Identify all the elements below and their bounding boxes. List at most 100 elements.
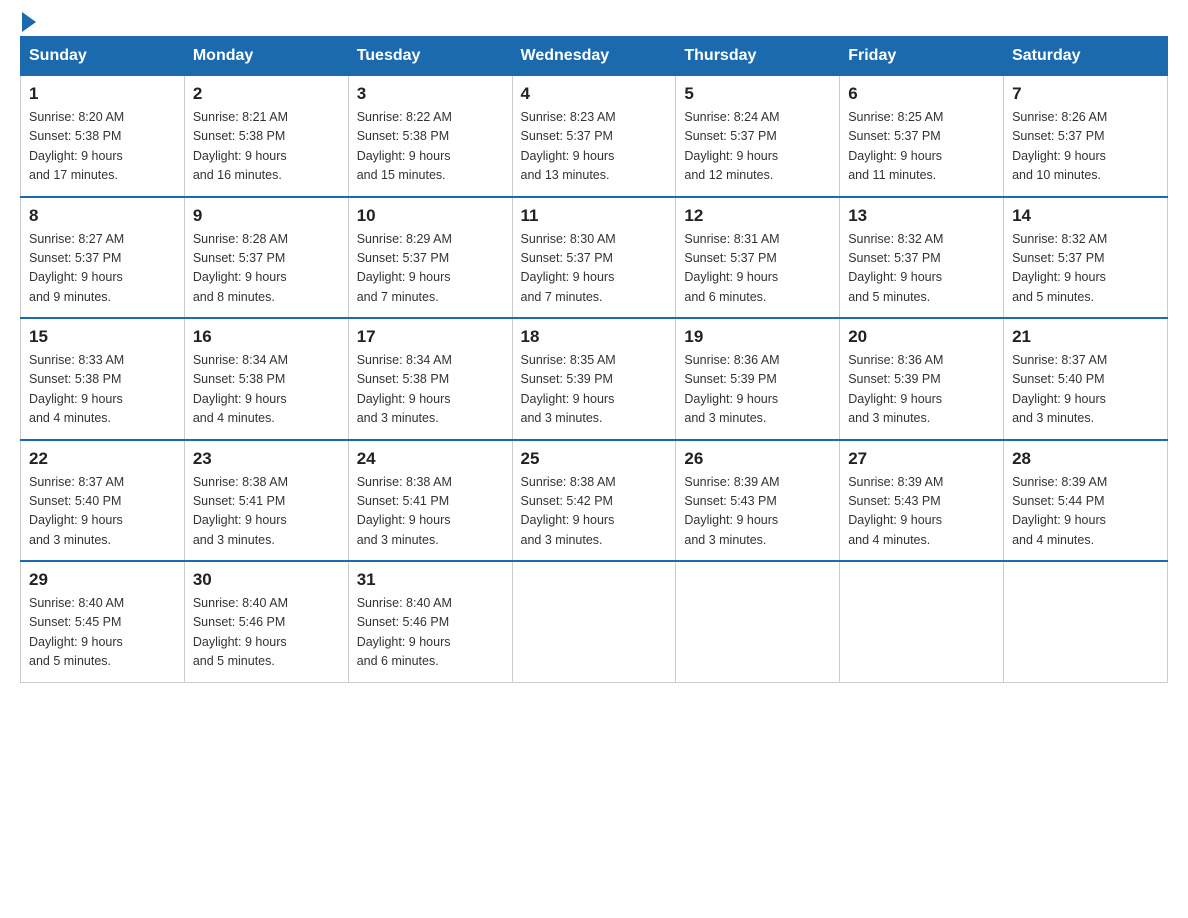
day-number: 25 <box>521 449 668 469</box>
day-info: Sunrise: 8:40 AMSunset: 5:46 PMDaylight:… <box>357 594 504 672</box>
day-number: 22 <box>29 449 176 469</box>
calendar-cell: 21 Sunrise: 8:37 AMSunset: 5:40 PMDayligh… <box>1004 318 1168 440</box>
day-info: Sunrise: 8:39 AMSunset: 5:43 PMDaylight:… <box>848 473 995 551</box>
day-info: Sunrise: 8:21 AMSunset: 5:38 PMDaylight:… <box>193 108 340 186</box>
day-info: Sunrise: 8:28 AMSunset: 5:37 PMDaylight:… <box>193 230 340 308</box>
header-sunday: Sunday <box>21 37 185 76</box>
day-info: Sunrise: 8:32 AMSunset: 5:37 PMDaylight:… <box>848 230 995 308</box>
calendar-cell: 27 Sunrise: 8:39 AMSunset: 5:43 PMDayligh… <box>840 440 1004 562</box>
day-number: 19 <box>684 327 831 347</box>
day-number: 31 <box>357 570 504 590</box>
day-info: Sunrise: 8:37 AMSunset: 5:40 PMDaylight:… <box>29 473 176 551</box>
day-info: Sunrise: 8:38 AMSunset: 5:41 PMDaylight:… <box>193 473 340 551</box>
day-info: Sunrise: 8:33 AMSunset: 5:38 PMDaylight:… <box>29 351 176 429</box>
page-header <box>20 20 1168 26</box>
calendar-cell: 7Sunrise: 8:26 AMSunset: 5:37 PMDaylight… <box>1004 76 1168 197</box>
day-info: Sunrise: 8:29 AMSunset: 5:37 PMDaylight:… <box>357 230 504 308</box>
header-wednesday: Wednesday <box>512 37 676 76</box>
calendar-cell: 14 Sunrise: 8:32 AMSunset: 5:37 PMDayligh… <box>1004 197 1168 319</box>
day-info: Sunrise: 8:34 AMSunset: 5:38 PMDaylight:… <box>193 351 340 429</box>
calendar-table: SundayMondayTuesdayWednesdayThursdayFrid… <box>20 36 1168 683</box>
day-info: Sunrise: 8:32 AMSunset: 5:37 PMDaylight:… <box>1012 230 1159 308</box>
calendar-cell <box>676 561 840 682</box>
day-number: 4 <box>521 84 668 104</box>
day-info: Sunrise: 8:20 AMSunset: 5:38 PMDaylight:… <box>29 108 176 186</box>
day-info: Sunrise: 8:25 AMSunset: 5:37 PMDaylight:… <box>848 108 995 186</box>
day-info: Sunrise: 8:35 AMSunset: 5:39 PMDaylight:… <box>521 351 668 429</box>
day-number: 29 <box>29 570 176 590</box>
calendar-cell: 24 Sunrise: 8:38 AMSunset: 5:41 PMDayligh… <box>348 440 512 562</box>
calendar-cell <box>1004 561 1168 682</box>
day-number: 10 <box>357 206 504 226</box>
calendar-cell: 1 Sunrise: 8:20 AMSunset: 5:38 PMDaylight… <box>21 76 185 197</box>
calendar-cell <box>512 561 676 682</box>
calendar-cell: 29 Sunrise: 8:40 AMSunset: 5:45 PMDayligh… <box>21 561 185 682</box>
day-number: 16 <box>193 327 340 347</box>
day-number: 23 <box>193 449 340 469</box>
day-number: 5 <box>684 84 831 104</box>
calendar-cell: 28 Sunrise: 8:39 AMSunset: 5:44 PMDayligh… <box>1004 440 1168 562</box>
calendar-cell: 25Sunrise: 8:38 AMSunset: 5:42 PMDayligh… <box>512 440 676 562</box>
day-number: 28 <box>1012 449 1159 469</box>
day-info: Sunrise: 8:23 AMSunset: 5:37 PMDaylight:… <box>521 108 668 186</box>
day-info: Sunrise: 8:36 AMSunset: 5:39 PMDaylight:… <box>848 351 995 429</box>
day-number: 24 <box>357 449 504 469</box>
week-row-5: 29 Sunrise: 8:40 AMSunset: 5:45 PMDayligh… <box>21 561 1168 682</box>
calendar-cell: 6Sunrise: 8:25 AMSunset: 5:37 PMDaylight… <box>840 76 1004 197</box>
day-number: 26 <box>684 449 831 469</box>
header-monday: Monday <box>184 37 348 76</box>
week-row-3: 15 Sunrise: 8:33 AMSunset: 5:38 PMDayligh… <box>21 318 1168 440</box>
day-number: 9 <box>193 206 340 226</box>
day-number: 18 <box>521 327 668 347</box>
day-number: 8 <box>29 206 176 226</box>
calendar-cell: 2 Sunrise: 8:21 AMSunset: 5:38 PMDaylight… <box>184 76 348 197</box>
day-number: 27 <box>848 449 995 469</box>
day-info: Sunrise: 8:24 AMSunset: 5:37 PMDaylight:… <box>684 108 831 186</box>
calendar-cell: 9 Sunrise: 8:28 AMSunset: 5:37 PMDaylight… <box>184 197 348 319</box>
day-number: 13 <box>848 206 995 226</box>
calendar-cell: 13 Sunrise: 8:32 AMSunset: 5:37 PMDayligh… <box>840 197 1004 319</box>
day-number: 15 <box>29 327 176 347</box>
day-number: 30 <box>193 570 340 590</box>
day-number: 21 <box>1012 327 1159 347</box>
day-info: Sunrise: 8:38 AMSunset: 5:41 PMDaylight:… <box>357 473 504 551</box>
calendar-cell: 18 Sunrise: 8:35 AMSunset: 5:39 PMDayligh… <box>512 318 676 440</box>
day-number: 3 <box>357 84 504 104</box>
day-number: 1 <box>29 84 176 104</box>
day-number: 7 <box>1012 84 1159 104</box>
calendar-cell: 20 Sunrise: 8:36 AMSunset: 5:39 PMDayligh… <box>840 318 1004 440</box>
header-saturday: Saturday <box>1004 37 1168 76</box>
day-info: Sunrise: 8:36 AMSunset: 5:39 PMDaylight:… <box>684 351 831 429</box>
calendar-cell: 22 Sunrise: 8:37 AMSunset: 5:40 PMDayligh… <box>21 440 185 562</box>
day-info: Sunrise: 8:40 AMSunset: 5:46 PMDaylight:… <box>193 594 340 672</box>
calendar-cell: 5 Sunrise: 8:24 AMSunset: 5:37 PMDaylight… <box>676 76 840 197</box>
day-info: Sunrise: 8:31 AMSunset: 5:37 PMDaylight:… <box>684 230 831 308</box>
day-number: 17 <box>357 327 504 347</box>
header-friday: Friday <box>840 37 1004 76</box>
calendar-cell: 16 Sunrise: 8:34 AMSunset: 5:38 PMDayligh… <box>184 318 348 440</box>
week-row-4: 22 Sunrise: 8:37 AMSunset: 5:40 PMDayligh… <box>21 440 1168 562</box>
day-info: Sunrise: 8:37 AMSunset: 5:40 PMDaylight:… <box>1012 351 1159 429</box>
logo <box>20 20 36 26</box>
calendar-cell: 19 Sunrise: 8:36 AMSunset: 5:39 PMDayligh… <box>676 318 840 440</box>
day-number: 14 <box>1012 206 1159 226</box>
day-info: Sunrise: 8:40 AMSunset: 5:45 PMDaylight:… <box>29 594 176 672</box>
day-info: Sunrise: 8:39 AMSunset: 5:44 PMDaylight:… <box>1012 473 1159 551</box>
calendar-cell <box>840 561 1004 682</box>
header-tuesday: Tuesday <box>348 37 512 76</box>
calendar-cell: 23 Sunrise: 8:38 AMSunset: 5:41 PMDayligh… <box>184 440 348 562</box>
calendar-cell: 12Sunrise: 8:31 AMSunset: 5:37 PMDayligh… <box>676 197 840 319</box>
week-row-1: 1 Sunrise: 8:20 AMSunset: 5:38 PMDaylight… <box>21 76 1168 197</box>
calendar-cell: 15 Sunrise: 8:33 AMSunset: 5:38 PMDayligh… <box>21 318 185 440</box>
day-info: Sunrise: 8:39 AMSunset: 5:43 PMDaylight:… <box>684 473 831 551</box>
weekday-header-row: SundayMondayTuesdayWednesdayThursdayFrid… <box>21 37 1168 76</box>
day-number: 2 <box>193 84 340 104</box>
calendar-cell: 26 Sunrise: 8:39 AMSunset: 5:43 PMDayligh… <box>676 440 840 562</box>
day-info: Sunrise: 8:30 AMSunset: 5:37 PMDaylight:… <box>521 230 668 308</box>
calendar-cell: 17 Sunrise: 8:34 AMSunset: 5:38 PMDayligh… <box>348 318 512 440</box>
logo-arrow-icon <box>22 12 36 32</box>
calendar-cell: 31 Sunrise: 8:40 AMSunset: 5:46 PMDayligh… <box>348 561 512 682</box>
day-info: Sunrise: 8:34 AMSunset: 5:38 PMDaylight:… <box>357 351 504 429</box>
day-number: 20 <box>848 327 995 347</box>
calendar-cell: 30 Sunrise: 8:40 AMSunset: 5:46 PMDayligh… <box>184 561 348 682</box>
